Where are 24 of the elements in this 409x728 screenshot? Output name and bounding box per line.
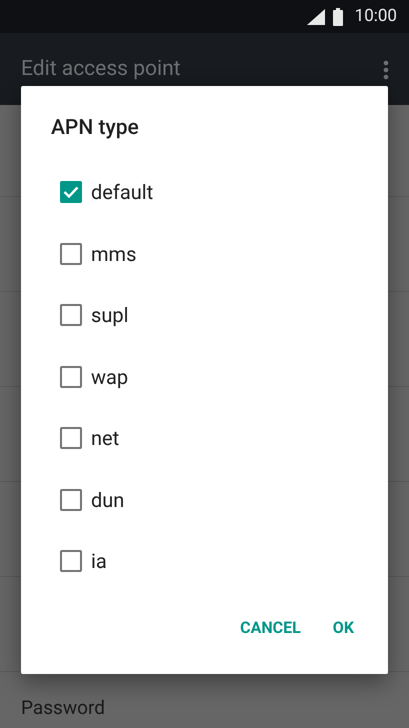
checkbox-option[interactable]: ia xyxy=(21,530,388,592)
checkbox-option[interactable]: mms xyxy=(21,223,388,284)
battery-icon xyxy=(332,8,343,26)
more-options-icon[interactable] xyxy=(383,60,389,80)
checkbox[interactable] xyxy=(60,427,82,450)
checkbox-option[interactable]: default xyxy=(21,162,388,223)
checkbox[interactable] xyxy=(60,550,82,572)
checkbox-option[interactable]: dun xyxy=(21,469,388,530)
checkbox-option[interactable]: wap xyxy=(21,346,388,408)
checkbox[interactable] xyxy=(60,488,82,511)
status-time: 10:00 xyxy=(354,4,397,28)
checkbox-option[interactable]: supl xyxy=(21,284,388,346)
list-item-title: Password xyxy=(21,696,105,719)
checkbox-option[interactable]: net xyxy=(21,408,388,469)
dialog-button[interactable]: CANCEL xyxy=(228,610,313,646)
check-icon xyxy=(63,186,79,198)
checkbox[interactable] xyxy=(60,181,82,204)
toolbar-title: Edit access point xyxy=(21,56,181,84)
checkbox[interactable] xyxy=(60,304,82,326)
checkbox[interactable] xyxy=(60,366,82,388)
signal-icon xyxy=(306,8,325,24)
dialog-title: APN type xyxy=(51,115,140,142)
checkbox[interactable] xyxy=(60,242,82,265)
dialog-button[interactable]: OK xyxy=(320,610,366,646)
